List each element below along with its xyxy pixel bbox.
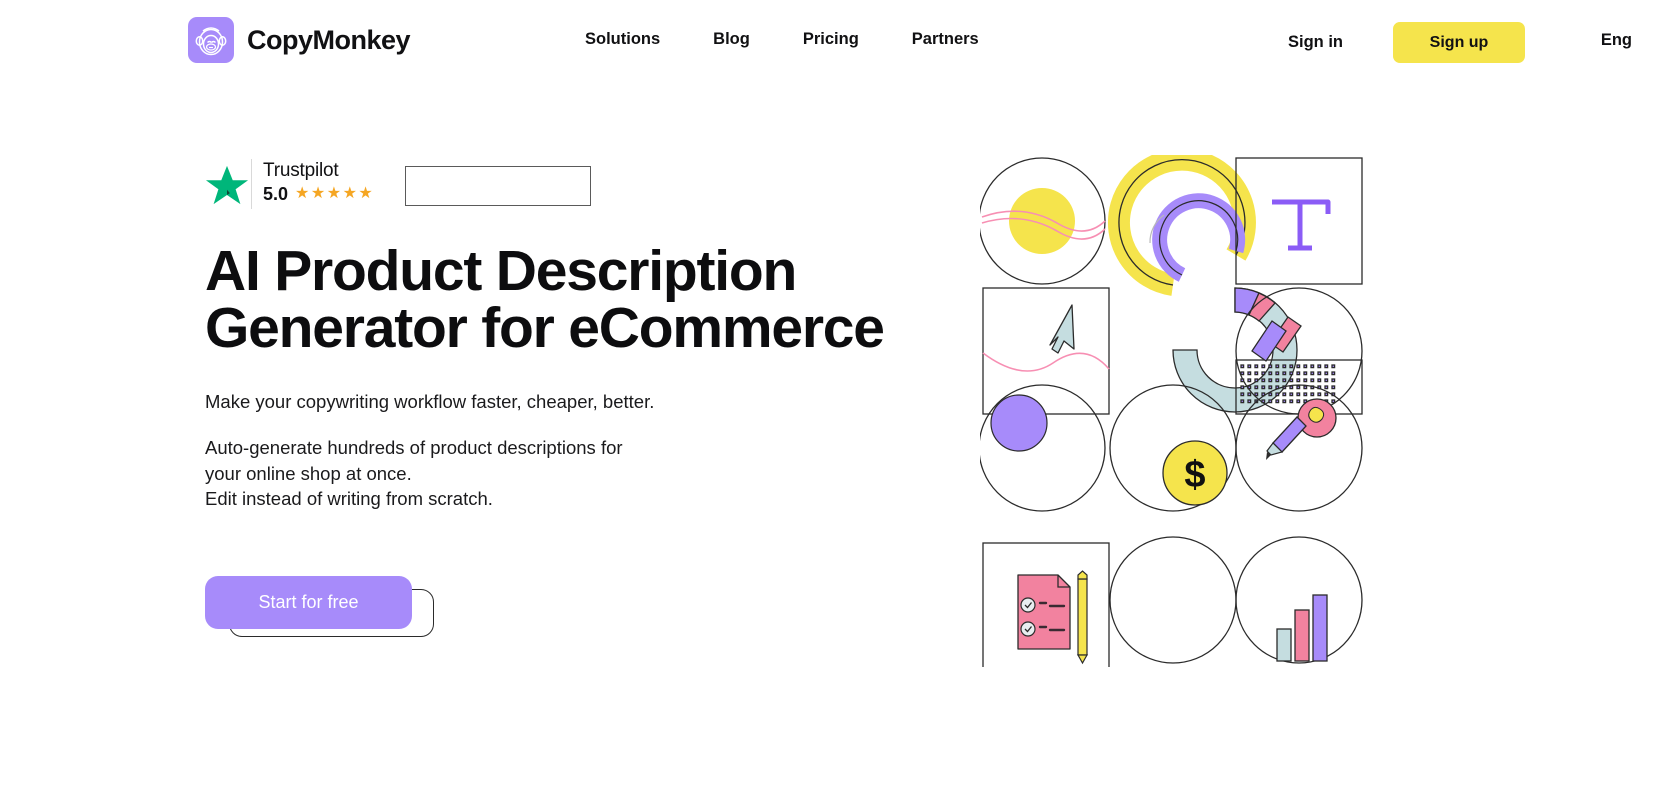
trustpilot-stars: ★★★★★ xyxy=(295,185,375,202)
trustpilot-label: Trustpilot xyxy=(263,160,339,181)
start-for-free-button[interactable]: Start for free xyxy=(205,575,412,629)
cta-container: Start for free xyxy=(205,575,435,637)
auth-actions: Sign in Sign up xyxy=(1288,22,1525,63)
nav-item-solutions[interactable]: Solutions xyxy=(585,30,660,49)
main-navigation: Solutions Blog Pricing Partners xyxy=(585,30,979,49)
purple-dot xyxy=(990,394,1048,452)
nav-item-blog[interactable]: Blog xyxy=(713,30,750,49)
trustpilot-score-row: 5.0 ★★★★★ xyxy=(263,184,374,204)
trustpilot-star-icon xyxy=(205,165,249,205)
nav-item-pricing[interactable]: Pricing xyxy=(803,30,859,49)
page-title: AI Product Description Generator for eCo… xyxy=(205,243,885,357)
hero-subtitle: Make your copywriting workflow faster, c… xyxy=(205,391,655,412)
hero-content: Trustpilot 5.0 ★★★★★ AI Product Descript… xyxy=(205,155,905,637)
pencil-icon xyxy=(1272,416,1307,453)
language-selector[interactable]: Eng xyxy=(1601,31,1632,50)
sign-up-button[interactable]: Sign up xyxy=(1393,22,1525,63)
cursor-arrow-icon xyxy=(1049,304,1075,354)
trustpilot-review-box[interactable] xyxy=(405,166,592,206)
nav-item-partners[interactable]: Partners xyxy=(912,30,979,49)
hero-paragraph-line-3: Edit instead of writing from scratch. xyxy=(205,488,493,509)
brand-logo[interactable]: CopyMonkey xyxy=(188,17,411,63)
hero-paragraph: Auto-generate hundreds of product descri… xyxy=(205,435,905,512)
sign-in-button[interactable]: Sign in xyxy=(1288,33,1343,52)
trustpilot-divider xyxy=(251,159,252,209)
site-header: CopyMonkey Solutions Blog Pricing Partne… xyxy=(0,0,1680,84)
monkey-logo-icon xyxy=(188,17,234,63)
headline-line-2: Generator for eCommerce xyxy=(205,296,885,360)
hero-paragraph-line-1: Auto-generate hundreds of product descri… xyxy=(205,437,623,458)
trustpilot-widget[interactable]: Trustpilot 5.0 ★★★★★ xyxy=(205,155,905,213)
square-with-cursor xyxy=(982,287,1110,415)
trustpilot-text: Trustpilot 5.0 ★★★★★ xyxy=(263,160,374,204)
svg-text:$: $ xyxy=(1184,454,1205,496)
hero-illustration: $ xyxy=(980,155,1365,667)
empty-circle xyxy=(1109,536,1237,664)
hero-paragraph-line-2: your online shop at once. xyxy=(205,462,412,484)
decorative-grid-svg: $ xyxy=(980,155,1363,667)
landing-page: CopyMonkey Solutions Blog Pricing Partne… xyxy=(0,0,1680,791)
trustpilot-score: 5.0 xyxy=(263,184,289,204)
brand-name: CopyMonkey xyxy=(247,24,411,55)
headline-line-1: AI Product Description xyxy=(205,239,797,303)
